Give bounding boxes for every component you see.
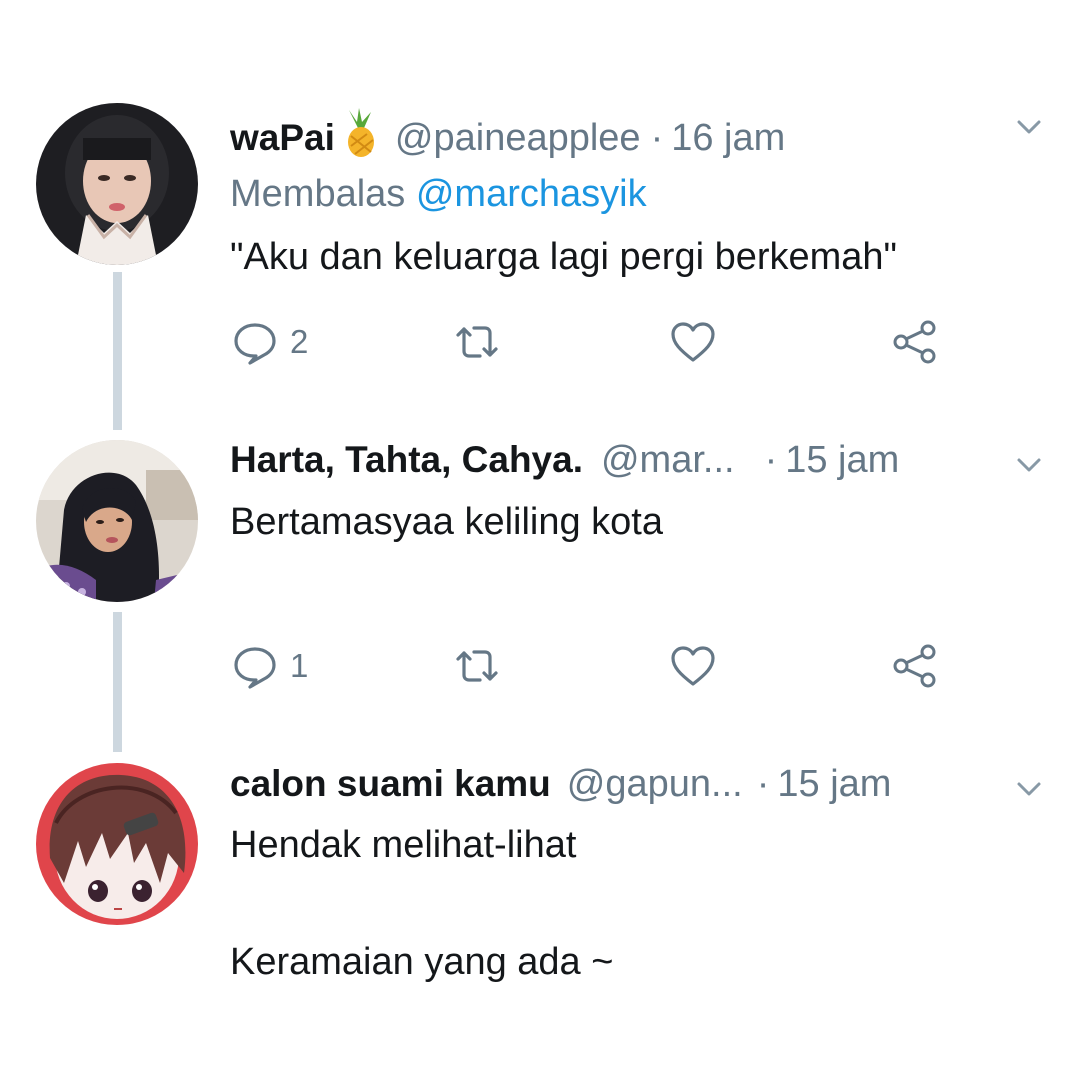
tweet-header: Harta, Tahta, Cahya. @mar... · 15 jam — [230, 432, 980, 488]
heart-icon — [671, 322, 715, 362]
separator: · — [650, 117, 664, 159]
tweet-text: Bertamasyaa keliling kota — [230, 501, 663, 543]
display-name[interactable]: waPai — [230, 110, 335, 166]
share-icon — [893, 320, 936, 364]
retweet-button[interactable] — [452, 312, 502, 372]
thread-line — [113, 272, 122, 430]
retweet-icon — [456, 326, 498, 358]
reply-count: 1 — [290, 647, 309, 684]
replying-to: Membalas @marchasyik — [230, 166, 647, 222]
tweet-text: "Aku dan keluarga lagi pergi berkemah" — [230, 236, 898, 278]
timestamp[interactable]: 15 jam — [777, 756, 891, 812]
tweet-text-line-2: Keramaian yang ada ~ — [230, 941, 614, 983]
user-handle[interactable]: @gapun... — [567, 756, 743, 812]
reply-count: 2 — [290, 323, 309, 360]
tweet-header: waPai @paineapplee · 16 jam — [230, 100, 980, 159]
retweet-button[interactable] — [452, 636, 502, 696]
avatar[interactable] — [36, 103, 198, 265]
separator: · — [756, 763, 770, 805]
display-name[interactable]: calon suami kamu — [230, 756, 551, 812]
thread-line — [113, 612, 122, 752]
avatar[interactable] — [36, 763, 198, 925]
tweet-actions: 1 — [230, 636, 980, 696]
tweet-text-line-1: Hendak melihat-lihat — [230, 824, 577, 866]
like-button[interactable] — [668, 312, 718, 372]
reply-icon — [234, 323, 276, 365]
chevron-down-icon[interactable] — [1014, 774, 1044, 804]
retweet-icon — [456, 650, 498, 682]
reply-button[interactable]: 1 — [230, 636, 308, 696]
timestamp[interactable]: 16 jam — [671, 110, 785, 166]
chevron-down-icon[interactable] — [1014, 112, 1044, 142]
avatar[interactable] — [36, 440, 198, 602]
share-button[interactable] — [890, 636, 940, 696]
user-handle[interactable]: @paineapplee — [395, 110, 641, 166]
user-handle[interactable]: @mar... — [601, 432, 735, 488]
share-button[interactable] — [890, 312, 940, 372]
timestamp[interactable]: 15 jam — [785, 432, 899, 488]
reply-prefix: Membalas — [230, 173, 406, 215]
reply-icon — [234, 647, 276, 689]
pineapple-emoji — [337, 108, 379, 158]
display-name[interactable]: Harta, Tahta, Cahya. — [230, 432, 583, 488]
reply-button[interactable]: 2 — [230, 312, 308, 372]
separator: · — [764, 439, 778, 481]
share-icon — [893, 644, 936, 688]
tweet-header: calon suami kamu @gapun... · 15 jam — [230, 756, 980, 812]
tweet-actions: 2 — [230, 312, 980, 372]
heart-icon — [671, 646, 715, 686]
reply-mention-link[interactable]: @marchasyik — [416, 173, 647, 215]
chevron-down-icon[interactable] — [1014, 450, 1044, 480]
like-button[interactable] — [668, 636, 718, 696]
